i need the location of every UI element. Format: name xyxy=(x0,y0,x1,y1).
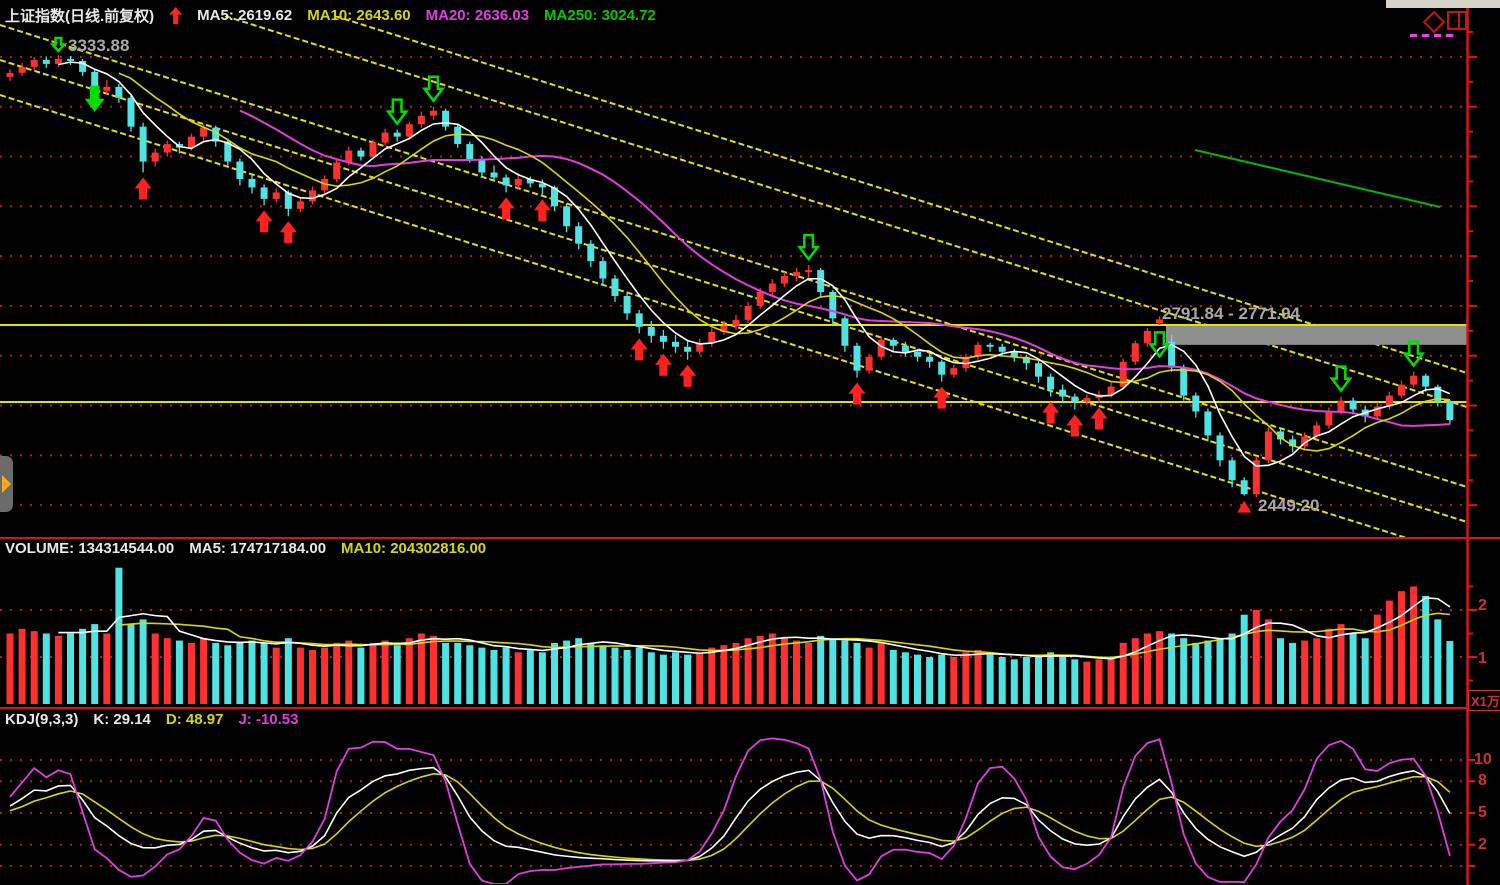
chart-canvas[interactable] xyxy=(0,0,1500,885)
ma5-value: MA5: 2619.62 xyxy=(197,7,292,24)
low-price-label: 2449.20 xyxy=(1258,496,1319,516)
kdj-axis-label-50: 5 xyxy=(1478,804,1487,822)
ma10-value: MA10: 2643.60 xyxy=(307,7,410,24)
kdj-k-value: K: 29.14 xyxy=(93,711,151,728)
gap-range-label: 2791.84 - 2771.94 xyxy=(1162,304,1300,324)
kdj-pane-header: KDJ(9,3,3) K: 29.14 D: 48.97 J: -10.53 xyxy=(5,711,299,728)
volume-unit-box: X1万 xyxy=(1468,690,1500,711)
kdj-indicator-label: KDJ(9,3,3) xyxy=(5,711,78,728)
low-triangle-marker xyxy=(1237,501,1251,513)
ma250-value: MA250: 3024.72 xyxy=(544,7,656,24)
axes xyxy=(0,0,1500,885)
main-pane xyxy=(0,16,1467,557)
volume-value: VOLUME: 134314544.00 xyxy=(5,540,174,557)
volume-axis-label-2: 2 xyxy=(1478,597,1487,615)
kdj-pane xyxy=(0,738,1467,884)
peak-price-label: 3333.88 xyxy=(68,36,129,56)
magenta-dashed-marks xyxy=(1410,34,1456,37)
window-edge-fragment xyxy=(1386,0,1500,8)
gap-zone-bar xyxy=(1166,326,1467,345)
volume-axis-label-1: 1 xyxy=(1478,650,1487,668)
kdj-d-value: D: 48.97 xyxy=(166,711,224,728)
volume-pane-header: VOLUME: 134314544.00 MA5: 174717184.00 M… xyxy=(5,540,486,557)
kdj-axis-label-100: 10 xyxy=(1474,751,1492,769)
kdj-j-value: J: -10.53 xyxy=(238,711,298,728)
split-panes-icon[interactable] xyxy=(1447,11,1467,30)
volume-ma5-value: MA5: 174717184.00 xyxy=(189,540,326,557)
kdj-axis-label-20: 2 xyxy=(1478,836,1487,854)
main-chart-header: 上证指数(日线.前复权) MA5: 2619.62 MA10: 2643.60 … xyxy=(5,5,656,26)
trend-up-icon xyxy=(169,7,182,24)
volume-ma10-value: MA10: 204302816.00 xyxy=(341,540,486,557)
ma20-value: MA20: 2636.03 xyxy=(426,7,529,24)
ma250-line xyxy=(1195,150,1440,207)
volume-pane xyxy=(0,568,1467,704)
expand-sidebar-handle[interactable] xyxy=(0,456,13,512)
kdj-axis-label-80: 8 xyxy=(1478,772,1487,790)
trading-app-window: 上证指数(日线.前复权) MA5: 2619.62 MA10: 2643.60 … xyxy=(0,0,1500,885)
symbol-title: 上证指数(日线.前复权) xyxy=(5,5,154,26)
